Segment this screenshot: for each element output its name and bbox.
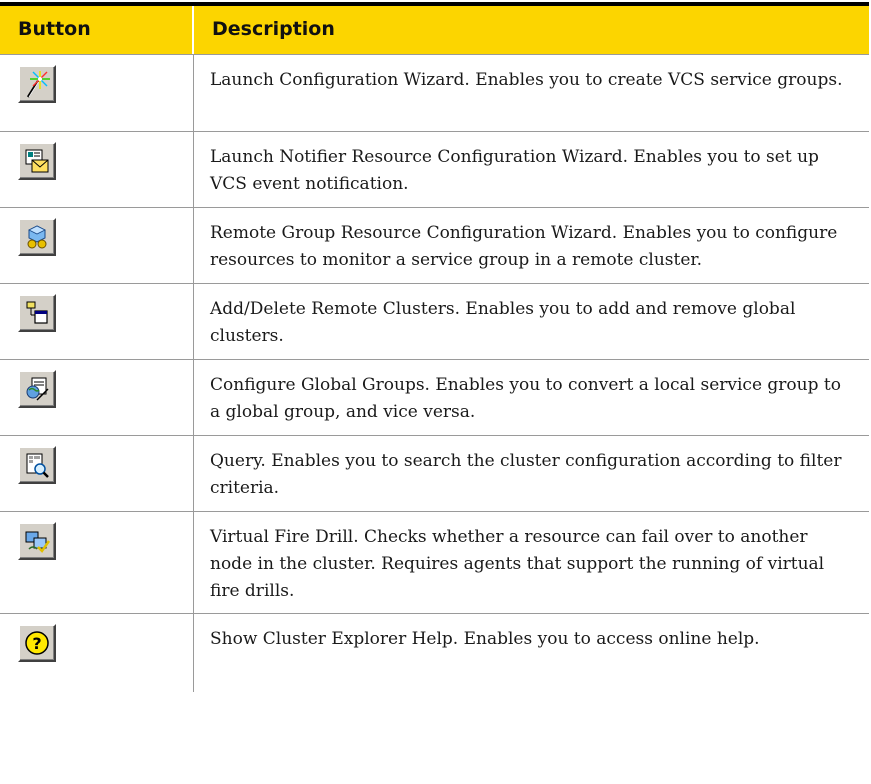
virtual-fire-drill-button[interactable] [18, 522, 56, 560]
remote-group-wizard-button[interactable] [18, 218, 56, 256]
query-magnifier-icon [26, 453, 49, 478]
table-row: Remote Group Resource Configuration Wiza… [0, 208, 869, 284]
header-button: Button [0, 6, 194, 54]
toolbar-buttons-table: Button Description Launch Configuration … [0, 2, 869, 692]
button-cell [0, 512, 194, 613]
notifier-envelope-icon [25, 149, 49, 173]
button-cell [0, 55, 194, 131]
header-description: Description [212, 18, 335, 40]
button-cell [0, 360, 194, 435]
table-row: Virtual Fire Drill. Checks whether a res… [0, 512, 869, 614]
cluster-explorer-help-button[interactable]: ? [18, 624, 56, 662]
magic-wand-icon [26, 71, 50, 98]
configuration-wizard-button[interactable] [18, 65, 56, 103]
description-cell: Configure Global Groups. Enables you to … [210, 375, 841, 422]
button-cell [0, 208, 194, 283]
table-row: Launch Notifier Resource Configuration W… [0, 132, 869, 208]
global-groups-icon [26, 377, 49, 401]
remote-clusters-button[interactable] [18, 294, 56, 332]
remote-clusters-icon [26, 301, 48, 324]
button-cell [0, 284, 194, 359]
table-row: Launch Configuration Wizard. Enables you… [0, 55, 869, 132]
virtual-fire-drill-icon [25, 531, 51, 553]
notifier-wizard-button[interactable] [18, 142, 56, 180]
description-cell: Launch Configuration Wizard. Enables you… [210, 70, 843, 90]
svg-text:?: ? [32, 634, 41, 653]
table-row: Add/Delete Remote Clusters. Enables you … [0, 284, 869, 360]
table-row: ? Show Cluster Explorer Help. Enables yo… [0, 614, 869, 692]
description-cell: Virtual Fire Drill. Checks whether a res… [210, 527, 825, 601]
remote-group-resource-icon [27, 225, 47, 249]
table-row: Configure Global Groups. Enables you to … [0, 360, 869, 436]
button-cell [0, 436, 194, 511]
help-question-icon: ? [25, 631, 49, 655]
button-cell: ? [0, 614, 194, 692]
description-cell: Query. Enables you to search the cluster… [210, 451, 842, 498]
query-button[interactable] [18, 446, 56, 484]
table-row: Query. Enables you to search the cluster… [0, 436, 869, 512]
description-cell: Launch Notifier Resource Configuration W… [210, 147, 819, 194]
table-header: Button Description [0, 6, 869, 55]
description-cell: Remote Group Resource Configuration Wiza… [210, 223, 838, 270]
description-cell: Add/Delete Remote Clusters. Enables you … [210, 299, 796, 346]
button-cell [0, 132, 194, 207]
global-groups-button[interactable] [18, 370, 56, 408]
description-cell: Show Cluster Explorer Help. Enables you … [210, 629, 760, 649]
